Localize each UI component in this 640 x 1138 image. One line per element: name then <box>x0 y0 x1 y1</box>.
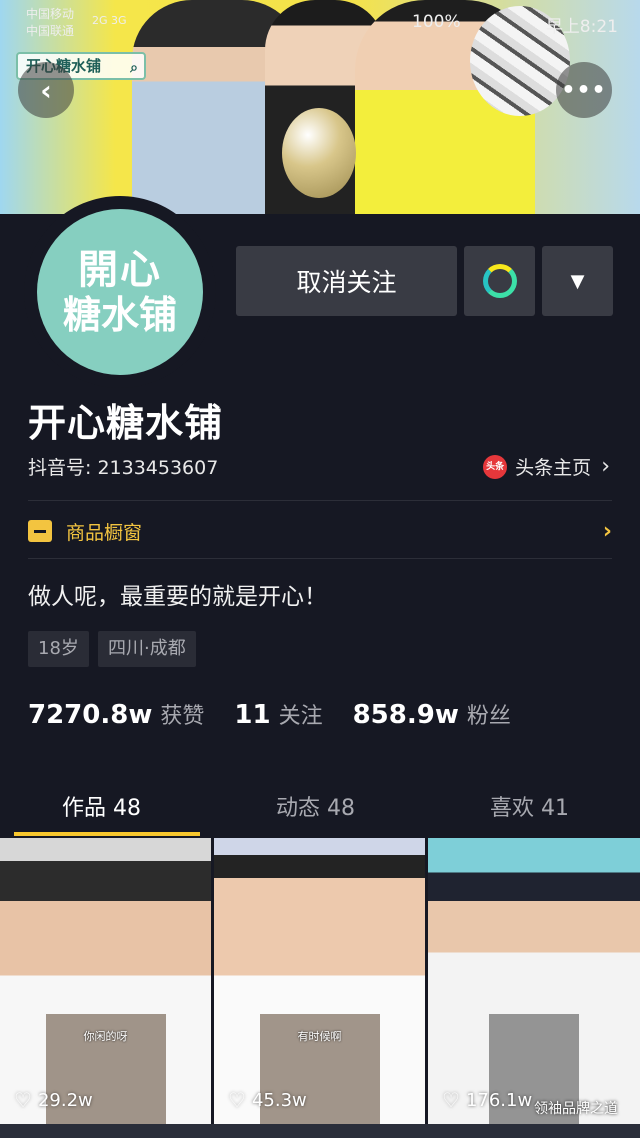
divider <box>28 558 612 559</box>
video-likes: ♡ 45.3w <box>228 1088 307 1112</box>
shop-label: 商品橱窗 <box>66 521 143 544</box>
following-stat[interactable]: 11 关注 <box>234 698 322 730</box>
unfollow-button[interactable]: 取消关注 <box>236 246 457 316</box>
heart-icon: ♡ <box>14 1088 32 1112</box>
next-row-preview <box>0 1124 640 1138</box>
signal-indicator: 2G 3G <box>92 14 127 27</box>
back-arrow-icon: ‹ <box>40 73 52 107</box>
chevron-right-icon: › <box>601 454 610 479</box>
clock: 早上8:21 <box>545 17 618 37</box>
profile-page: 中国移动 中国联通 2G 3G 100% 早上8:21 开心糖水铺 ⌕ ‹ ••… <box>0 0 640 1138</box>
divider <box>28 500 612 501</box>
chevron-right-icon: › <box>602 518 612 544</box>
tab-likes[interactable]: 喜欢 41 <box>490 790 569 822</box>
followers-stat[interactable]: 858.9w 粉丝 <box>353 698 511 730</box>
toutiao-logo-icon: 头条 <box>483 454 508 479</box>
profile-banner: 中国移动 中国联通 2G 3G 100% 早上8:21 开心糖水铺 ⌕ ‹ ••… <box>0 0 640 214</box>
search-icon: ⌕ <box>130 60 138 76</box>
profile-name: 开心糖水铺 <box>28 401 224 445</box>
video-caption: 有时候啊 <box>297 1030 342 1043</box>
location-tag: 四川·成都 <box>98 631 196 667</box>
video-thumbnail[interactable]: 有时候啊 ♡ 45.3w <box>214 838 425 1124</box>
back-button[interactable]: ‹ <box>18 62 74 118</box>
watermark: 领袖品牌之道 <box>534 1101 618 1117</box>
toutiao-label: 头条主页 <box>515 457 592 479</box>
video-likes: ♡ 29.2w <box>14 1088 93 1112</box>
carrier-1: 中国移动 <box>26 7 75 21</box>
profile-bio: 做人呢，最重要的就是开心！ <box>28 584 327 610</box>
avatar[interactable]: 開心 糖水铺 <box>24 196 216 388</box>
age-tag: 18岁 <box>28 631 89 667</box>
video-caption: 你闲的呀 <box>83 1030 128 1043</box>
chat-bubble-icon <box>482 264 517 298</box>
battery-level: 100% <box>412 12 461 32</box>
video-thumbnail[interactable]: 你闲的呀 ♡ 29.2w <box>0 838 211 1124</box>
likes-stat[interactable]: 7270.8w 获赞 <box>28 698 204 730</box>
heart-icon: ♡ <box>228 1088 246 1112</box>
content-tabs: 作品 48 动态 48 喜欢 41 <box>0 776 640 836</box>
tab-works[interactable]: 作品 48 <box>62 790 141 822</box>
status-bar: 中国移动 中国联通 2G 3G 100% 早上8:21 <box>0 6 640 42</box>
recommend-dropdown-button[interactable]: ▼ <box>542 246 613 316</box>
balloon-gold <box>282 108 356 198</box>
more-dots-icon: ••• <box>561 77 607 103</box>
shop-window-link[interactable]: 商品橱窗 › <box>28 516 612 546</box>
video-thumbnail[interactable]: ♡ 176.1w <box>428 838 640 1124</box>
video-grid: 你闲的呀 ♡ 29.2w 有时候啊 ♡ 45.3w ♡ 176.1w <box>0 838 640 1138</box>
shop-icon <box>28 520 52 542</box>
avatar-image: 開心 糖水铺 <box>37 209 203 375</box>
profile-stats: 7270.8w 获赞 11 关注 858.9w 粉丝 <box>28 698 541 730</box>
more-options-button[interactable]: ••• <box>556 62 612 118</box>
message-button[interactable] <box>464 246 535 316</box>
tab-moments[interactable]: 动态 48 <box>276 790 355 822</box>
toutiao-homepage-link[interactable]: 头条 头条主页 › <box>483 453 610 480</box>
carrier-2: 中国联通 <box>26 24 75 38</box>
active-tab-indicator <box>14 832 200 836</box>
video-likes: ♡ 176.1w <box>442 1088 533 1112</box>
douyin-id: 抖音号: 2133453607 <box>28 457 219 479</box>
triangle-down-icon: ▼ <box>570 270 585 292</box>
heart-icon: ♡ <box>442 1088 460 1112</box>
